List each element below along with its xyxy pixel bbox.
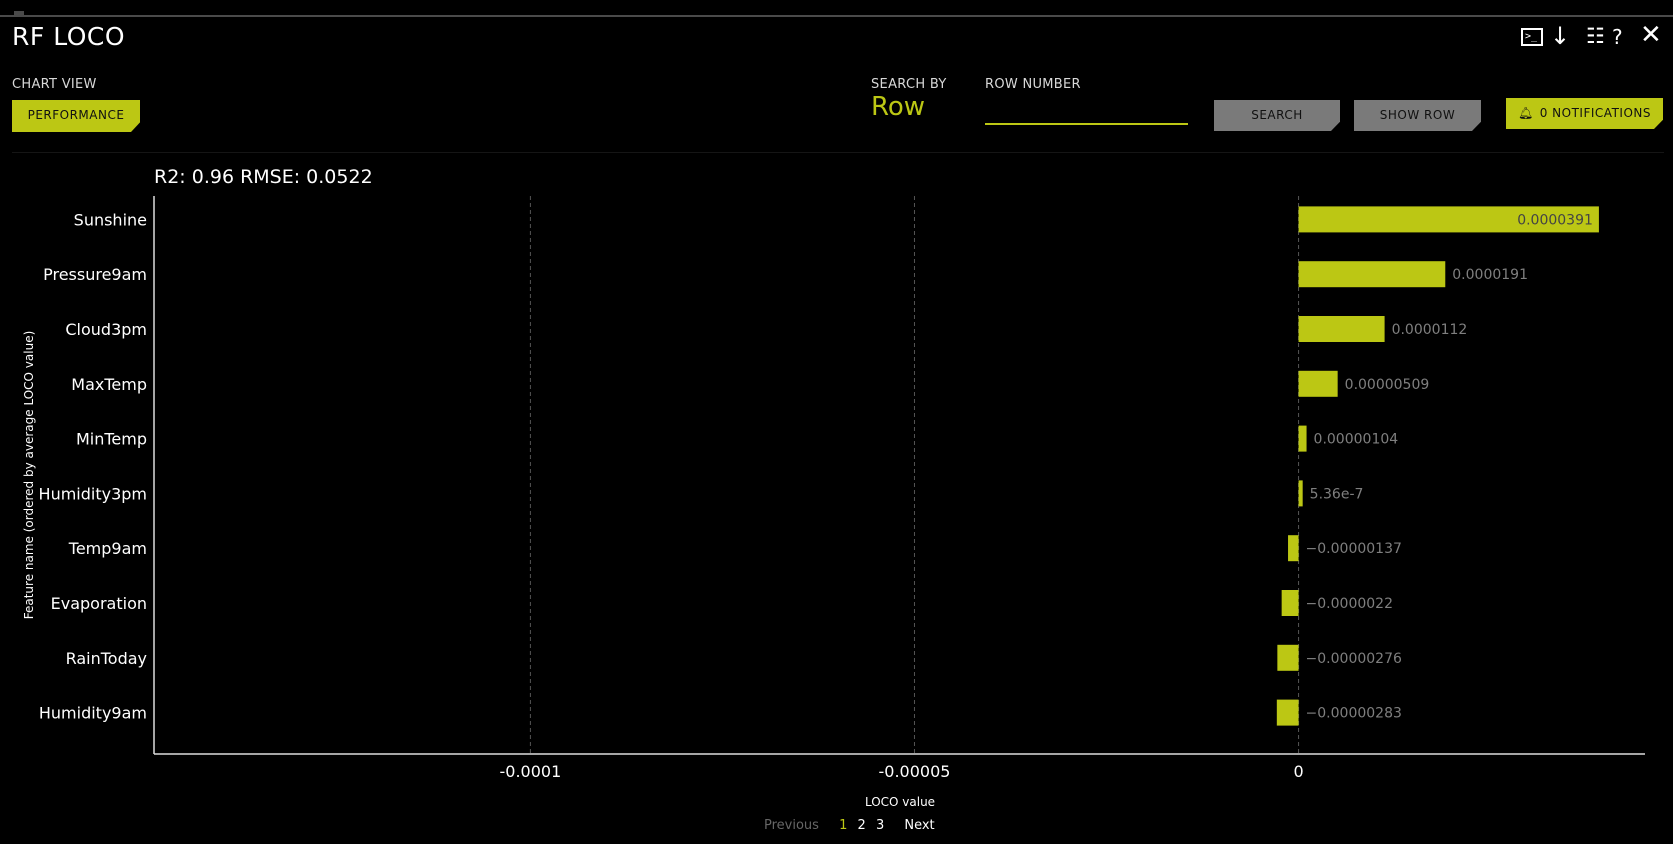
category-label: Pressure9am [43, 265, 147, 284]
x-tick-label: 0 [1293, 762, 1303, 781]
category-label: Humidity9am [39, 704, 147, 723]
data-label: 0.0000112 [1392, 322, 1468, 338]
bar-maxtemp [1298, 370, 1338, 397]
bar-raintoday [1277, 644, 1299, 671]
data-label: −0.00000137 [1306, 541, 1402, 557]
category-label: Humidity3pm [39, 484, 147, 503]
loco-bar-chart: -0.0001 -0.00005 0 Sunshine 0.0000391 Pressur… [22, 196, 1645, 809]
page-link-2[interactable]: 2 [858, 818, 866, 833]
category-label: Temp9am [68, 539, 147, 558]
category-label: Cloud3pm [65, 320, 147, 339]
bar-humidity3pm [1298, 480, 1303, 507]
page-link-3[interactable]: 3 [876, 818, 884, 833]
bar-evaporation [1281, 590, 1299, 616]
page-link-1[interactable]: 1 [839, 818, 847, 833]
data-label: 0.0000391 [1517, 212, 1593, 228]
pagination: Previous 1 2 3 Next [764, 818, 941, 833]
bar-humidity9am [1276, 699, 1299, 726]
category-label: MaxTemp [71, 375, 147, 394]
next-page-link[interactable]: Next [904, 818, 934, 833]
category-label: MinTemp [76, 430, 147, 449]
data-label: 0.0000191 [1452, 267, 1528, 283]
data-label: −0.00000276 [1306, 651, 1402, 667]
data-label: 5.36e-7 [1310, 486, 1364, 502]
previous-page-link[interactable]: Previous [764, 818, 819, 833]
x-tick-label: -0.00005 [879, 762, 951, 781]
y-axis-title: Feature name (ordered by average LOCO va… [22, 331, 36, 620]
data-label: 0.00000509 [1345, 377, 1430, 393]
bar-cloud3pm [1298, 316, 1385, 342]
x-tick-label: -0.0001 [500, 762, 562, 781]
category-label: Evaporation [51, 594, 147, 613]
data-label: −0.00000283 [1306, 706, 1402, 722]
x-axis-title: LOCO value [865, 795, 935, 809]
category-label: RainToday [66, 649, 147, 668]
data-label: 0.00000104 [1314, 432, 1399, 448]
data-label: −0.0000022 [1306, 596, 1393, 612]
bar-temp9am [1288, 535, 1299, 562]
bar-mintemp [1298, 425, 1307, 452]
category-label: Sunshine [74, 210, 147, 229]
bar-pressure9am [1298, 261, 1446, 288]
